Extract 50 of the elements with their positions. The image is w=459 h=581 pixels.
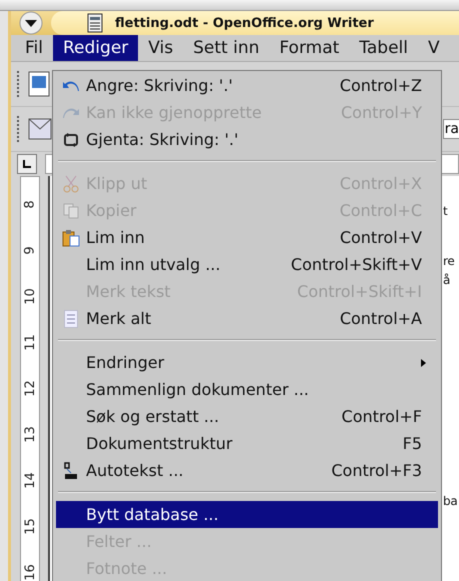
- menu-item[interactable]: Endringer: [56, 349, 438, 376]
- menu-bar-item[interactable]: Vis: [138, 35, 184, 61]
- menu-item[interactable]: Bytt database ...: [56, 501, 438, 528]
- document-text: å: [443, 273, 450, 287]
- menu-bar-item[interactable]: Format: [269, 35, 350, 61]
- scissors-icon: [63, 174, 79, 192]
- window-menu-button[interactable]: [19, 11, 43, 35]
- toolbar-grip[interactable]: [17, 71, 22, 97]
- copy-icon: [63, 202, 79, 218]
- menu-item[interactable]: Søk og erstatt ... Control+F: [56, 403, 438, 430]
- corner-icon: [23, 160, 31, 168]
- menu-bar-item[interactable]: Sett inn: [183, 35, 270, 61]
- menu-item[interactable]: Gjenta: Skriving: '.': [56, 126, 438, 153]
- document-icon: [87, 13, 103, 33]
- document-text: ba: [443, 494, 458, 508]
- menu-bar-item[interactable]: Fil: [15, 35, 53, 61]
- toolbar-grip[interactable]: [17, 116, 22, 142]
- menu-item[interactable]: Autotekst ... Control+F3: [56, 457, 438, 484]
- ruler-number: 12: [22, 380, 38, 396]
- toolbar-field[interactable]: ra: [442, 119, 459, 139]
- ruler-number: 8: [22, 200, 38, 208]
- envelope-icon[interactable]: [28, 116, 52, 142]
- menu-item[interactable]: Angre: Skriving: '.' Control+Z: [56, 72, 438, 99]
- redo-arrow-icon: [62, 106, 80, 120]
- ruler-number: 11: [22, 334, 38, 350]
- ruler-number: 16: [22, 564, 38, 580]
- ruler-number: 13: [22, 426, 38, 442]
- document-text: t: [443, 204, 448, 218]
- document-lines-icon: [64, 310, 78, 328]
- menu-bar-item[interactable]: V: [418, 35, 450, 61]
- menu-bar-item[interactable]: Rediger: [53, 35, 138, 61]
- menu-item[interactable]: Merk alt Control+A: [56, 305, 438, 332]
- menu-item[interactable]: Dokumentstruktur F5: [56, 430, 438, 457]
- ruler-number: 9: [22, 246, 38, 254]
- menu-item[interactable]: Lim inn Control+V: [56, 224, 438, 251]
- ruler-number: 14: [22, 472, 38, 488]
- picture-icon[interactable]: [28, 71, 50, 97]
- ruler-number: 15: [22, 518, 38, 534]
- document-text: re: [443, 254, 454, 268]
- clipboard-icon: [62, 228, 80, 246]
- menu-bar-item[interactable]: Tabell: [349, 35, 418, 61]
- window-title: fletting.odt - OpenOffice.org Writer: [115, 16, 374, 30]
- ruler-number: 10: [22, 288, 38, 304]
- tab-stop-button[interactable]: [17, 154, 37, 174]
- menu-item[interactable]: Lim inn utvalg ... Control+Skift+V: [56, 251, 438, 278]
- undo-arrow-icon: [62, 78, 80, 92]
- menu-item[interactable]: Sammenlign dokumenter ...: [56, 376, 438, 403]
- submenu-arrow-icon: [421, 358, 426, 366]
- repeat-icon: [63, 132, 79, 148]
- autotext-icon: [64, 462, 78, 480]
